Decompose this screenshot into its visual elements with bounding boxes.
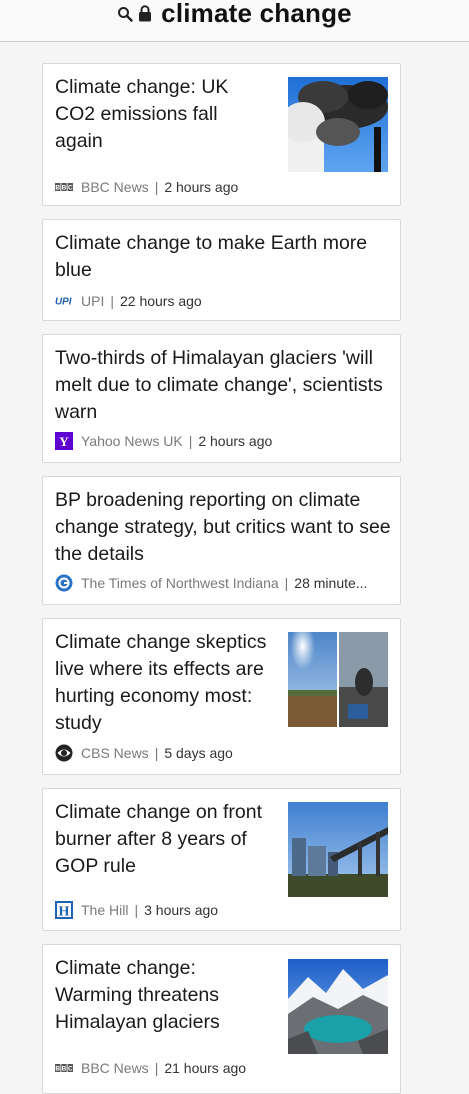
news-thumbnail[interactable] [288,959,388,1054]
news-time: 28 minute... [294,575,368,591]
meta-separator: | [110,293,114,309]
news-headline[interactable]: Climate change to make Earth more blue [55,230,395,284]
upi-logo-icon: UPI [55,292,73,310]
yahoo-logo-icon: Y [55,432,73,450]
news-time: 2 hours ago [164,179,239,195]
news-card[interactable]: Climate change: UK CO2 emissions fall ag… [42,63,401,206]
meta-separator: | [188,433,193,449]
bbc-letter: B [62,185,67,192]
bbc-letter: B [62,1066,67,1073]
news-card[interactable]: Climate change: Warming threatens Himala… [42,944,401,1094]
meta-separator: | [134,902,139,918]
news-source[interactable]: BBC News [81,1060,149,1076]
news-meta: UPI UPI | 22 hours ago [55,292,202,310]
news-source[interactable]: BBC News [81,179,149,195]
cbs-eye-logo-icon [55,744,73,762]
meta-separator: | [154,1060,159,1076]
news-headline[interactable]: Climate change on front burner after 8 y… [55,799,270,880]
the-hill-logo-icon: H [55,901,73,919]
news-source[interactable]: UPI [81,293,104,309]
bbc-logo-icon: BBC [55,1059,73,1077]
news-source[interactable]: The Hill [81,902,128,918]
nwi-times-logo-icon [55,574,73,592]
lock-icon [137,5,153,23]
news-source[interactable]: The Times of Northwest Indiana [81,575,279,591]
news-time: 21 hours ago [164,1060,247,1076]
news-headline[interactable]: Climate change skeptics live where its e… [55,629,270,737]
news-time: 2 hours ago [198,433,273,449]
news-meta: The Times of Northwest Indiana | 28 minu… [55,574,367,592]
news-thumbnail[interactable] [288,632,388,727]
news-source[interactable]: CBS News [81,745,149,761]
bbc-letter: B [55,1066,60,1073]
search-bar[interactable]: climate change [0,0,469,42]
news-headline[interactable]: Climate change: UK CO2 emissions fall ag… [55,74,270,155]
meta-separator: | [284,575,289,591]
news-thumbnail[interactable] [288,802,388,897]
yahoo-logo-text: Y [59,434,69,449]
bbc-logo-icon: BBC [55,178,73,196]
news-card[interactable]: Climate change skeptics live where its e… [42,618,401,775]
news-time: 5 days ago [164,745,233,761]
upi-logo-text: UPI [55,297,72,307]
news-headline[interactable]: BP broadening reporting on climate chang… [55,487,395,568]
news-source[interactable]: Yahoo News UK [81,433,183,449]
the-hill-logo-text: H [59,905,70,920]
meta-separator: | [154,745,159,761]
bbc-letter: C [68,1066,73,1073]
news-meta: BBC BBC News | 21 hours ago [55,1059,246,1077]
news-card[interactable]: Climate change to make Earth more blue U… [42,219,401,321]
news-card[interactable]: Two-thirds of Himalayan glaciers 'will m… [42,334,401,463]
news-meta: BBC BBC News | 2 hours ago [55,178,238,196]
bbc-letter: B [55,185,60,192]
news-card[interactable]: BP broadening reporting on climate chang… [42,476,401,605]
news-headline[interactable]: Two-thirds of Himalayan glaciers 'will m… [55,345,385,426]
news-thumbnail[interactable] [288,77,388,172]
search-query[interactable]: climate change [161,0,352,29]
news-time: 22 hours ago [119,293,202,309]
bbc-letter: C [68,185,73,192]
news-time: 3 hours ago [144,902,219,918]
news-meta: Y Yahoo News UK | 2 hours ago [55,432,272,450]
news-headline[interactable]: Climate change: Warming threatens Himala… [55,955,270,1036]
news-meta: CBS News | 5 days ago [55,744,233,762]
news-meta: H The Hill | 3 hours ago [55,901,218,919]
meta-separator: | [154,179,159,195]
search-icon [117,5,133,23]
news-card[interactable]: Climate change on front burner after 8 y… [42,788,401,931]
